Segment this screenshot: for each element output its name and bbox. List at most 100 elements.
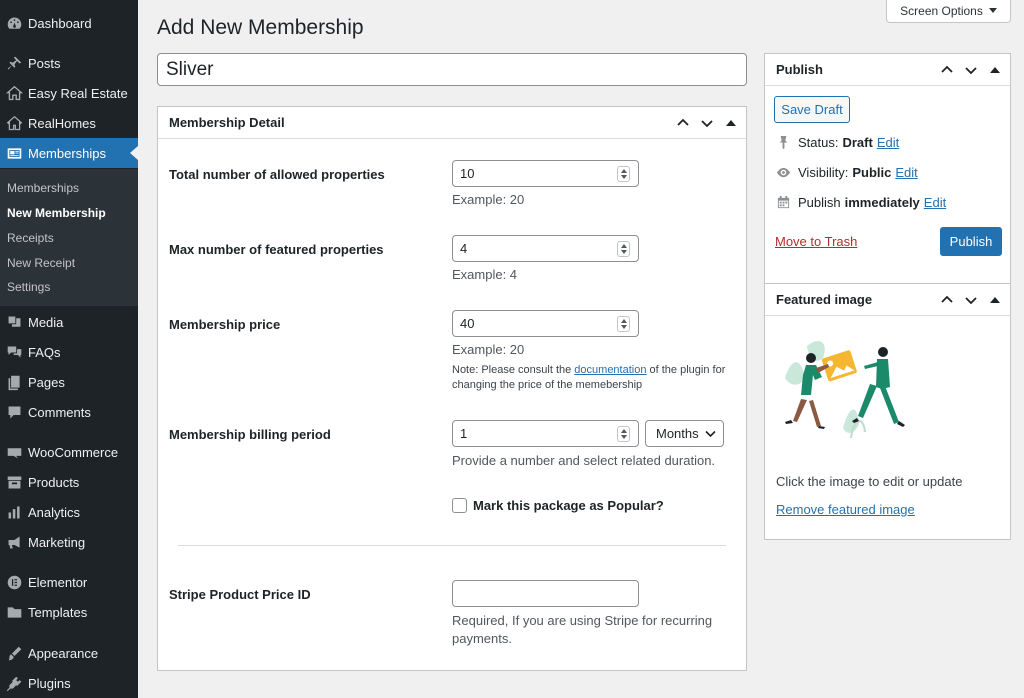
- input-value: 1: [460, 426, 468, 441]
- move-down-button[interactable]: [962, 61, 980, 79]
- publish-date-value: immediately: [844, 194, 920, 210]
- post-title-input[interactable]: [157, 53, 747, 86]
- price-note: Note: Please consult the documentation o…: [452, 363, 742, 393]
- menu-item-easy-real-estate[interactable]: Easy Real Estate: [0, 78, 138, 108]
- popular-checkbox[interactable]: [452, 498, 467, 513]
- elementor-icon: [4, 572, 24, 592]
- menu-label: FAQs: [28, 344, 61, 360]
- folder-icon: [4, 602, 24, 622]
- menu-label: Templates: [28, 604, 88, 620]
- status-label: Status:: [798, 134, 839, 150]
- woo-icon: [4, 442, 24, 462]
- box-title: Publish: [776, 62, 823, 77]
- menu-item-dashboard[interactable]: Dashboard: [0, 8, 138, 38]
- publish-date-row: Publish immediately Edit: [775, 194, 946, 210]
- menu-label: Products: [28, 474, 80, 490]
- billing-duration-select[interactable]: Months: [645, 420, 724, 447]
- move-to-trash-link[interactable]: Move to Trash: [775, 234, 857, 249]
- menu-item-comments[interactable]: Comments: [0, 397, 138, 427]
- divider: [178, 545, 726, 546]
- admin-sidebar: Dashboard Posts Easy Real Estate RealHom…: [0, 0, 138, 698]
- documentation-link[interactable]: documentation: [574, 364, 646, 376]
- box-handles: [938, 291, 1004, 309]
- move-up-button[interactable]: [938, 291, 956, 309]
- input-value: 4: [460, 241, 468, 256]
- chevron-down-icon: [701, 120, 713, 128]
- menu-item-templates[interactable]: Templates: [0, 597, 138, 627]
- brush-icon: [4, 643, 24, 663]
- menu-item-elementor[interactable]: Elementor: [0, 567, 138, 597]
- menu-label: Pages: [28, 374, 65, 390]
- toggle-panel-button[interactable]: [986, 291, 1004, 309]
- menu-item-posts[interactable]: Posts: [0, 48, 138, 78]
- submenu-memberships[interactable]: Memberships: [7, 181, 79, 195]
- status-value: Draft: [842, 134, 873, 150]
- pin-icon: [775, 134, 791, 150]
- menu-item-realhomes[interactable]: RealHomes: [0, 108, 138, 138]
- menu-item-analytics[interactable]: Analytics: [0, 497, 138, 527]
- featured-image-illustration[interactable]: [779, 328, 909, 448]
- calendar-icon: [775, 194, 791, 210]
- chart-bar-icon: [4, 502, 24, 522]
- membership-detail-header: Membership Detail: [158, 107, 746, 139]
- menu-item-media[interactable]: Media: [0, 307, 138, 337]
- number-spinner[interactable]: [617, 316, 630, 332]
- eye-icon: [775, 164, 791, 180]
- menu-item-marketing[interactable]: Marketing: [0, 527, 138, 557]
- move-up-button[interactable]: [938, 61, 956, 79]
- featured-image-caption: Click the image to edit or update: [776, 474, 963, 489]
- featured-properties-input[interactable]: 4: [452, 235, 639, 262]
- screen-options-button[interactable]: Screen Options: [886, 0, 1011, 23]
- triangle-up-icon: [990, 297, 1000, 303]
- remove-featured-image-link[interactable]: Remove featured image: [776, 502, 915, 517]
- move-down-button[interactable]: [962, 291, 980, 309]
- menu-item-products[interactable]: Products: [0, 467, 138, 497]
- number-spinner[interactable]: [617, 426, 630, 442]
- featured-properties-help: Example: 4: [452, 267, 518, 282]
- menu-item-woocommerce[interactable]: WooCommerce: [0, 437, 138, 467]
- membership-price-input[interactable]: 40: [452, 310, 639, 337]
- popular-checkbox-label[interactable]: Mark this package as Popular?: [473, 498, 664, 513]
- id-card-icon: [4, 143, 24, 163]
- membership-detail-box: Membership Detail Total number of allowe…: [157, 106, 747, 671]
- allowed-properties-label: Total number of allowed properties: [169, 167, 385, 182]
- membership-price-label: Membership price: [169, 317, 281, 332]
- submenu-settings[interactable]: Settings: [7, 280, 50, 294]
- edit-status-link[interactable]: Edit: [877, 135, 899, 150]
- chevron-down-icon: [965, 67, 977, 75]
- toggle-panel-button[interactable]: [986, 61, 1004, 79]
- edit-publish-date-link[interactable]: Edit: [924, 195, 946, 210]
- menu-item-pages[interactable]: Pages: [0, 367, 138, 397]
- submenu-new-receipt[interactable]: New Receipt: [7, 256, 75, 270]
- stripe-price-id-input[interactable]: [452, 580, 639, 607]
- visibility-value: Public: [852, 164, 892, 180]
- publish-button[interactable]: Publish: [940, 227, 1002, 256]
- input-value: 40: [460, 316, 475, 331]
- menu-item-appearance[interactable]: Appearance: [0, 638, 138, 668]
- number-spinner[interactable]: [617, 241, 630, 257]
- menu-item-faqs[interactable]: FAQs: [0, 337, 138, 367]
- billing-period-input[interactable]: 1: [452, 420, 639, 447]
- move-down-button[interactable]: [698, 114, 716, 132]
- triangle-up-icon: [726, 120, 736, 126]
- submenu-new-membership[interactable]: New Membership: [7, 206, 106, 220]
- note-text: Note: Please consult the: [452, 364, 575, 376]
- menu-label: Analytics: [28, 504, 81, 520]
- save-draft-button[interactable]: Save Draft: [774, 96, 850, 123]
- toggle-panel-button[interactable]: [722, 114, 740, 132]
- box-title: Featured image: [776, 292, 873, 307]
- input-value: 10: [460, 166, 475, 181]
- house-outline-icon: [4, 113, 24, 133]
- edit-visibility-link[interactable]: Edit: [895, 165, 917, 180]
- submenu-receipts[interactable]: Receipts: [7, 231, 54, 245]
- chevron-down-icon: [965, 297, 977, 305]
- triangle-up-icon: [990, 67, 1000, 73]
- move-up-button[interactable]: [674, 114, 692, 132]
- allowed-properties-input[interactable]: 10: [452, 160, 639, 187]
- menu-item-plugins[interactable]: Plugins: [0, 668, 138, 698]
- menu-item-memberships[interactable]: Memberships: [0, 138, 138, 168]
- status-row: Status: Draft Edit: [775, 134, 899, 150]
- menu-label: Memberships: [28, 145, 107, 161]
- number-spinner[interactable]: [617, 166, 630, 182]
- billing-period-label: Membership billing period: [169, 427, 331, 442]
